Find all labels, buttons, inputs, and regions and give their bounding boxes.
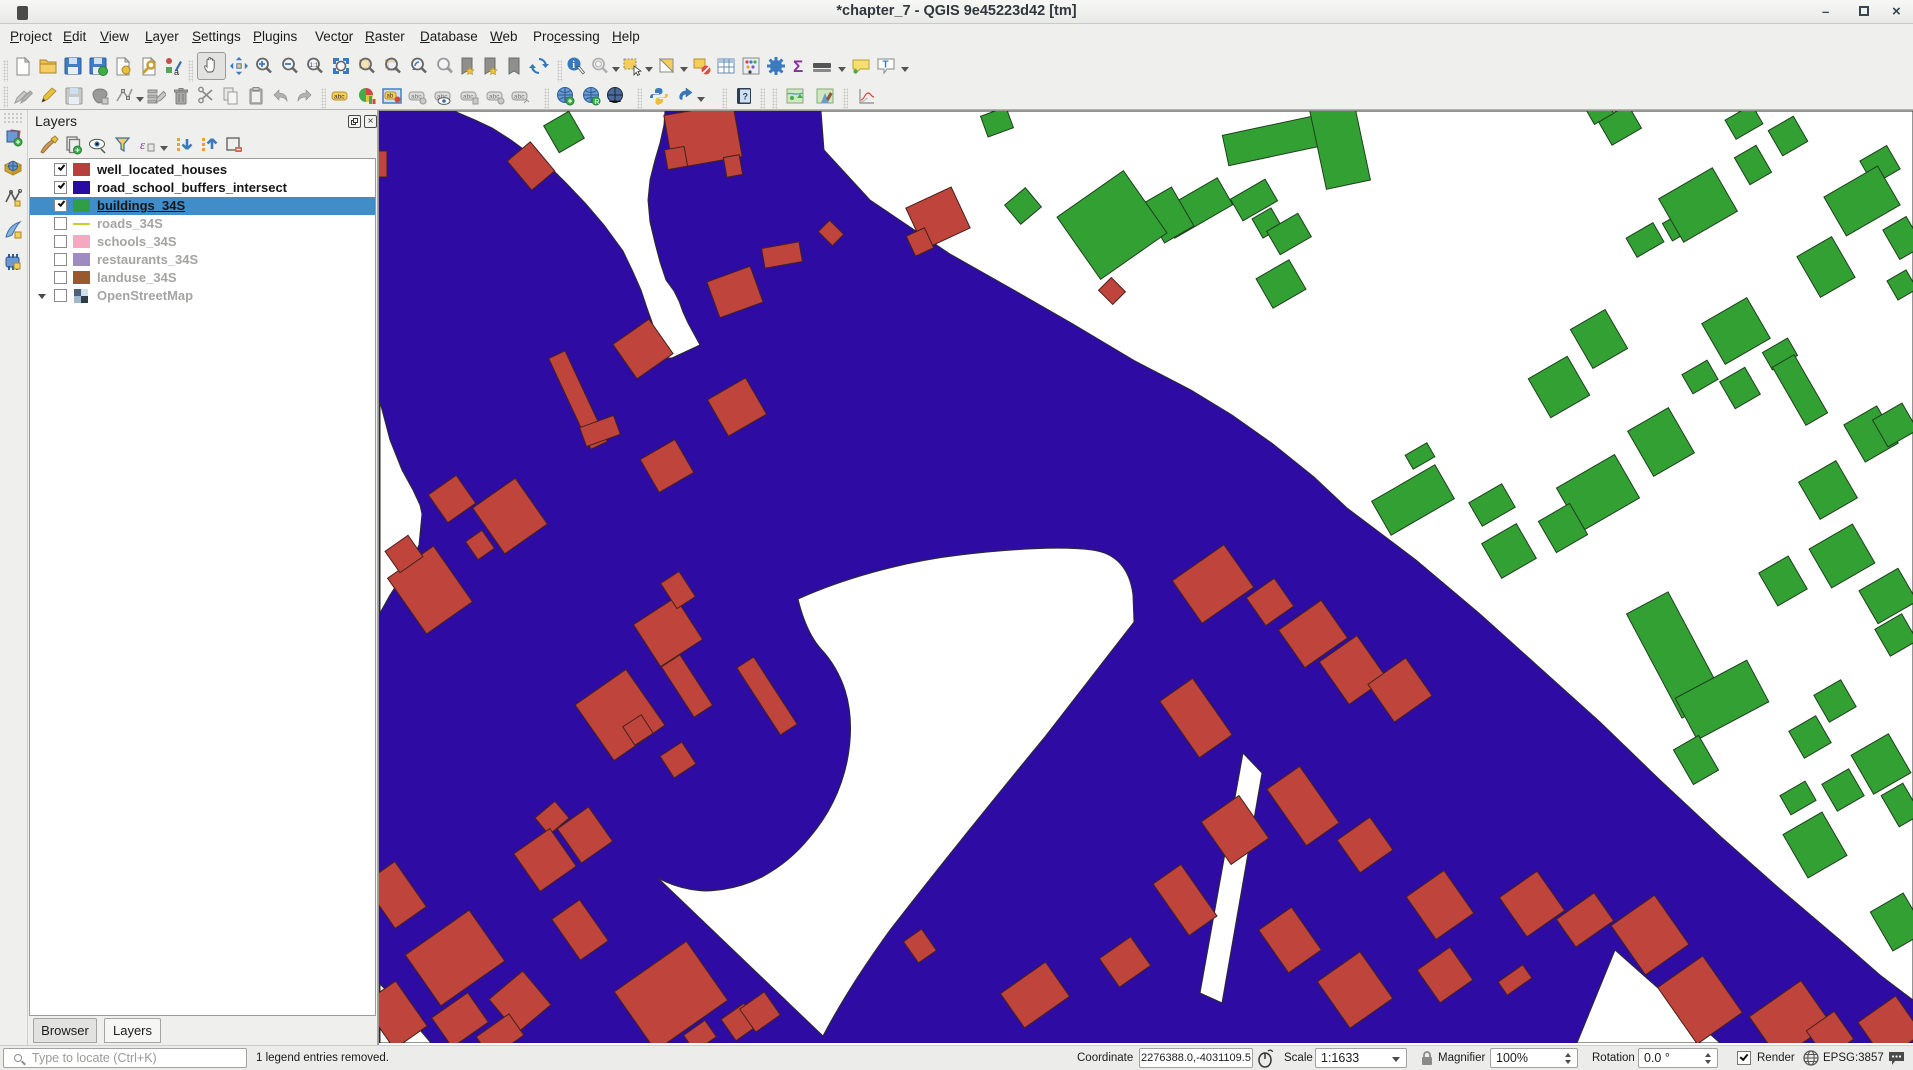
svg-text:R: R: [594, 99, 599, 106]
svg-text:i: i: [572, 60, 575, 71]
svg-text:?: ?: [743, 92, 749, 102]
svg-text:ε: ε: [140, 137, 146, 152]
svg-text:a: a: [174, 67, 179, 76]
svg-text:abc: abc: [514, 94, 525, 101]
svg-text:Σ: Σ: [793, 57, 803, 76]
svg-text:1:1: 1:1: [310, 62, 319, 69]
svg-text:T: T: [883, 60, 889, 71]
svg-text:abc: abc: [334, 94, 345, 101]
svg-text:ab: ab: [387, 94, 394, 100]
